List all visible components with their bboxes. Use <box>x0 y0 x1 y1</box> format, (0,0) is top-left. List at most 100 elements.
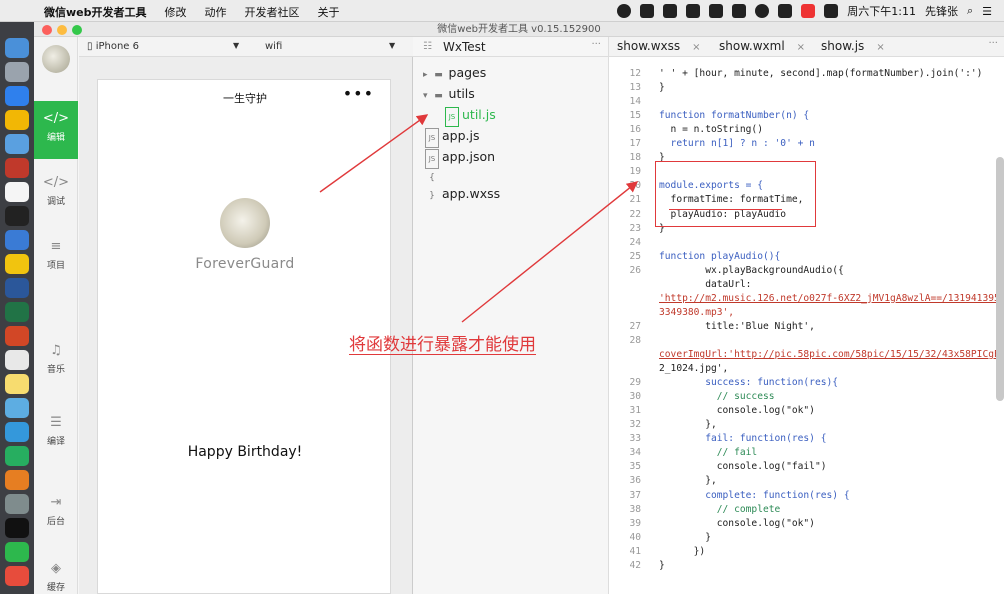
code-area[interactable]: 12 ' ' + [hour, minute, second].map(forma… <box>609 57 999 594</box>
line-number: 27 <box>629 320 641 332</box>
collapse-icon[interactable]: ▾ <box>423 91 428 101</box>
system-prefs-icon[interactable] <box>5 398 29 418</box>
xcode-icon[interactable] <box>5 230 29 250</box>
tool-compile[interactable]: ☰ 编译 <box>34 405 78 463</box>
device-select[interactable]: ▯ iPhone 6 <box>87 41 139 52</box>
menu-edit[interactable]: 修改 <box>165 4 187 20</box>
line-number: 41 <box>629 545 641 557</box>
menu-community[interactable]: 开发者社区 <box>245 4 300 20</box>
close-window-icon[interactable] <box>42 25 52 35</box>
launchpad-icon[interactable] <box>5 62 29 82</box>
code-line: console.log("fail") <box>659 461 827 473</box>
code-line: console.log("ok") <box>659 405 815 417</box>
code-line: 3349380.mp3', <box>659 306 735 318</box>
notes-icon[interactable] <box>5 374 29 394</box>
tree-item-utils[interactable]: ▾ ▬ utils <box>423 85 475 103</box>
tree-item-app-wxss[interactable]: { } app.wxss <box>425 169 500 201</box>
tool-music[interactable]: ♫ 音乐 <box>34 333 78 391</box>
tree-item-util-js[interactable]: JS util.js <box>445 106 496 127</box>
close-icon[interactable]: × <box>692 42 700 53</box>
close-icon[interactable]: × <box>797 42 805 53</box>
tree-item-app-js[interactable]: JS app.js <box>425 127 480 148</box>
message-icon[interactable] <box>663 4 678 18</box>
artist-name: ForeverGuard <box>195 256 295 272</box>
terminal-icon[interactable] <box>5 206 29 226</box>
tool-edit-label: 编辑 <box>46 133 65 143</box>
clock[interactable]: 周六下午1:11 <box>847 3 916 19</box>
powerpoint-icon[interactable] <box>5 326 29 346</box>
android-studio-icon[interactable] <box>5 446 29 466</box>
app-name-menu[interactable]: 微信web开发者工具 <box>44 4 147 20</box>
editor-scrollbar[interactable] <box>996 157 1004 401</box>
safari-icon[interactable] <box>5 86 29 106</box>
tree-item-label: pages <box>448 65 487 80</box>
qq-icon[interactable] <box>5 254 29 274</box>
chevron-down-icon[interactable]: ▼ <box>389 41 395 50</box>
sync-icon[interactable] <box>824 4 839 18</box>
volume-icon[interactable] <box>778 4 793 18</box>
line-number: 35 <box>629 461 641 473</box>
status-dot-icon[interactable] <box>640 4 655 18</box>
line-number: 12 <box>629 68 641 79</box>
tool-sidebar: </> 编辑 </> 调试 ≡ 项目 ♫ 音乐 ☰ 编译 ⇥ 后台 ◈ 缓存 <box>34 37 78 594</box>
input-source-icon[interactable] <box>801 4 816 18</box>
line-number: 17 <box>629 138 641 150</box>
tree-item-pages[interactable]: ▸ ▬ pages <box>423 64 486 82</box>
tool-debug[interactable]: </> 调试 <box>34 165 78 223</box>
tool-edit[interactable]: </> 编辑 <box>34 101 78 159</box>
preview-icon[interactable] <box>5 134 29 154</box>
zoom-window-icon[interactable] <box>72 25 82 35</box>
word-icon[interactable] <box>5 278 29 298</box>
activity-monitor-icon[interactable] <box>5 518 29 538</box>
menu-action[interactable]: 动作 <box>205 4 227 20</box>
tab-show-js[interactable]: show.js × <box>821 39 885 53</box>
menu-about[interactable]: 关于 <box>318 4 340 20</box>
notification-center-icon[interactable]: ☰ <box>982 5 992 18</box>
photos-icon[interactable] <box>5 494 29 514</box>
close-icon[interactable]: × <box>876 42 884 53</box>
tree-item-app-json[interactable]: JS app.json <box>425 148 495 169</box>
airplay-icon[interactable] <box>709 4 724 18</box>
status-app-icon[interactable] <box>617 4 632 18</box>
spotlight-icon[interactable]: ⌕ <box>967 4 973 18</box>
annotation-text: 将函数进行暴露才能使用 <box>349 335 536 355</box>
netease-music-icon[interactable] <box>5 566 29 586</box>
wechat-icon[interactable] <box>686 4 701 18</box>
tool-project[interactable]: ≡ 项目 <box>34 229 78 287</box>
finder-icon[interactable] <box>5 38 29 58</box>
tab-show-wxss[interactable]: show.wxss × <box>617 39 701 53</box>
mail-icon[interactable] <box>5 422 29 442</box>
dictionary-icon[interactable] <box>5 158 29 178</box>
simulator-toolbar: ▯ iPhone 6 ▼ wifi ▼ <box>79 37 413 57</box>
line-number: 32 <box>629 419 641 431</box>
line-number: 25 <box>629 250 641 262</box>
pencil-app-icon[interactable] <box>5 350 29 370</box>
minimize-window-icon[interactable] <box>57 25 67 35</box>
wechat-dock-icon[interactable] <box>5 542 29 562</box>
cache-icon: ◈ <box>51 561 61 576</box>
project-icon: ☷ <box>423 41 432 52</box>
chevron-down-icon[interactable]: ▼ <box>233 41 239 50</box>
package-icon[interactable] <box>5 470 29 490</box>
battery-status-icon[interactable] <box>732 4 747 18</box>
project-header[interactable]: ☷ WxTest ··· <box>413 37 609 57</box>
tab-show-wxml[interactable]: show.wxml × <box>719 39 805 53</box>
expand-icon[interactable]: ▸ <box>423 70 428 80</box>
excel-icon[interactable] <box>5 302 29 322</box>
tool-cache[interactable]: ◈ 缓存 <box>34 551 78 609</box>
network-select[interactable]: wifi <box>265 41 282 52</box>
album-cover[interactable] <box>220 198 270 248</box>
more-menu-icon[interactable]: ••• <box>343 84 374 103</box>
more-icon[interactable]: ··· <box>591 39 601 50</box>
line-number: 37 <box>629 489 641 501</box>
tool-background[interactable]: ⇥ 后台 <box>34 485 78 543</box>
more-icon[interactable]: ··· <box>988 38 998 49</box>
code-line: console.log("ok") <box>659 517 815 529</box>
wifi-icon[interactable] <box>755 4 770 18</box>
chrome-icon[interactable] <box>5 110 29 130</box>
folder-icon: ▬ <box>434 91 443 101</box>
avatar[interactable] <box>42 45 70 73</box>
highlight-box <box>655 161 816 227</box>
user-menu[interactable]: 先锋张 <box>925 3 958 19</box>
textedit-icon[interactable] <box>5 182 29 202</box>
